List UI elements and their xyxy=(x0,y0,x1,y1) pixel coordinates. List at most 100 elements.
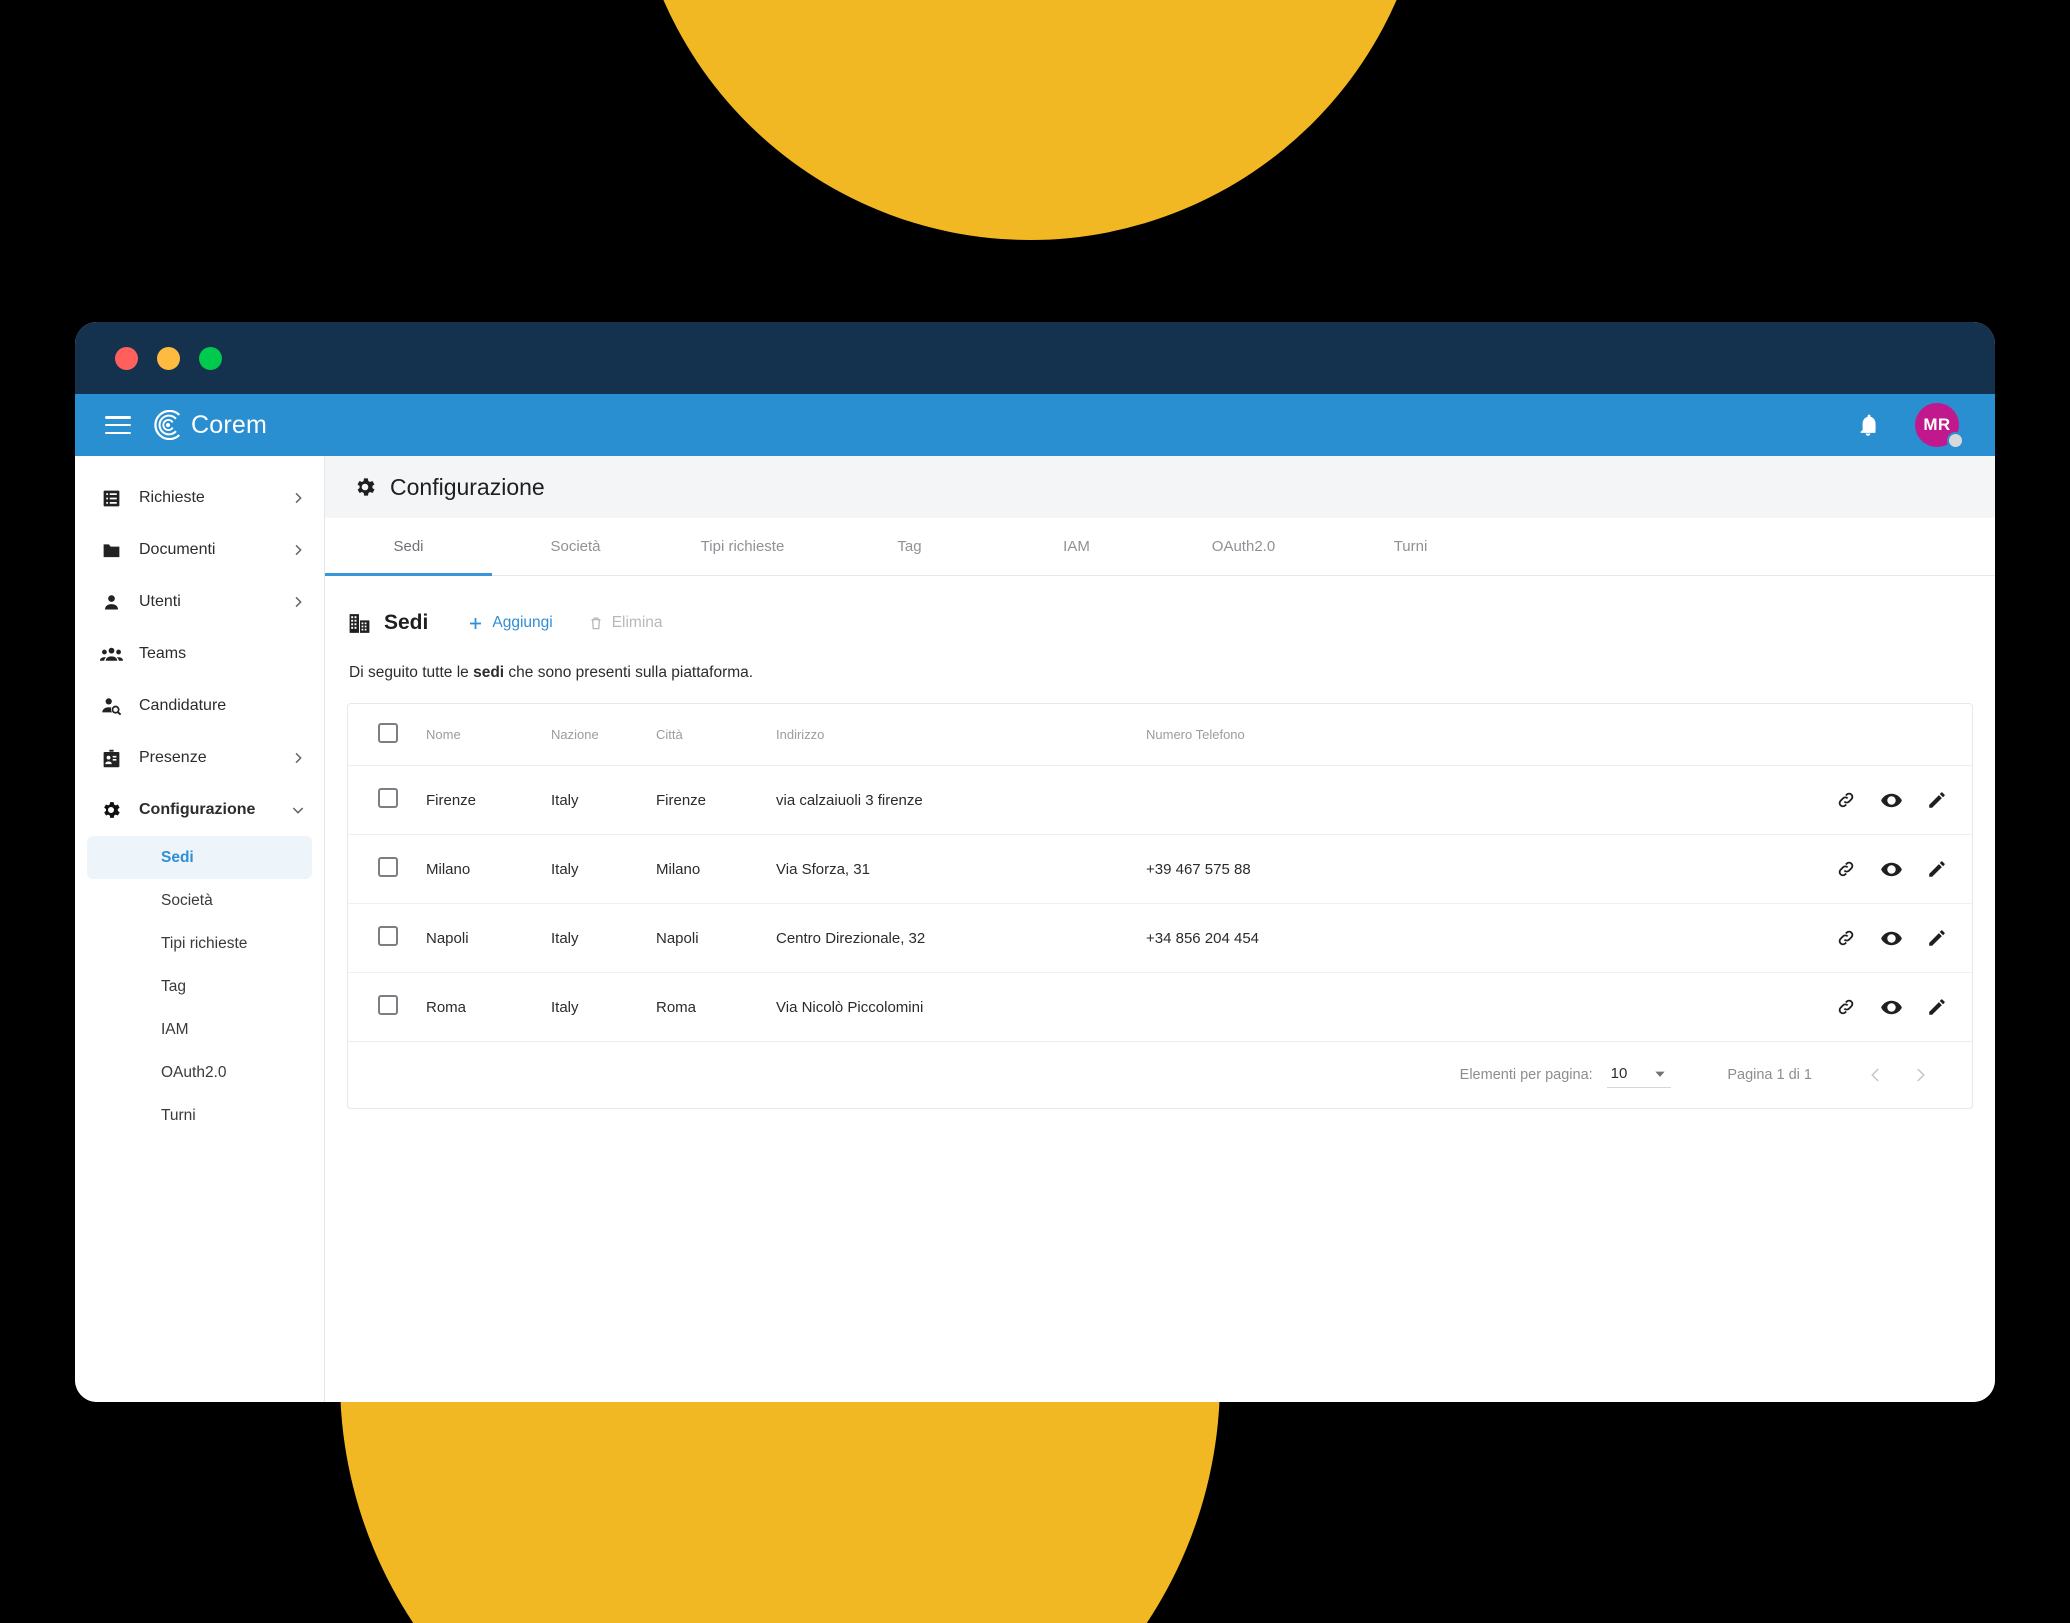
sidebar-item-teams[interactable]: Teams xyxy=(75,628,324,680)
cell-telefono xyxy=(1146,972,1802,1042)
sedi-table-card: Nome Nazione Città Indirizzo Numero Tele… xyxy=(347,703,1973,1109)
table-row[interactable]: Napoli Italy Napoli Centro Direzionale, … xyxy=(348,903,1972,973)
table-row[interactable]: Roma Italy Roma Via Nicolò Piccolomini xyxy=(348,972,1972,1042)
sidebar-subitem-label: OAuth2.0 xyxy=(161,1063,227,1081)
row-select-cell xyxy=(348,765,426,835)
sidebar-subitem-turni[interactable]: Turni xyxy=(87,1094,312,1137)
pencil-icon[interactable] xyxy=(1926,789,1948,811)
row-checkbox[interactable] xyxy=(378,857,398,877)
avatar[interactable]: MR xyxy=(1915,403,1964,449)
eye-icon[interactable] xyxy=(1880,789,1903,812)
sidebar-subitem-iam[interactable]: IAM xyxy=(87,1008,312,1051)
sidebar-subitem-oauth2[interactable]: OAuth2.0 xyxy=(87,1051,312,1094)
row-checkbox[interactable] xyxy=(378,926,398,946)
chevron-right-icon xyxy=(295,752,302,764)
link-icon[interactable] xyxy=(1835,789,1857,811)
cell-actions xyxy=(1802,972,1972,1042)
table-header-row: Nome Nazione Città Indirizzo Numero Tele… xyxy=(348,704,1972,766)
sidebar-item-configurazione[interactable]: Configurazione xyxy=(75,784,324,836)
column-header-actions xyxy=(1802,704,1972,766)
sidebar-subitem-tag[interactable]: Tag xyxy=(87,965,312,1008)
column-header-nazione[interactable]: Nazione xyxy=(551,704,656,766)
sidebar-subitem-sedi[interactable]: Sedi xyxy=(87,836,312,879)
prev-page-button[interactable] xyxy=(1854,1053,1898,1097)
row-select-cell xyxy=(348,834,426,904)
tab-turni[interactable]: Turni xyxy=(1327,518,1494,575)
sidebar-subitem-tipi-richieste[interactable]: Tipi richieste xyxy=(87,922,312,965)
eye-icon[interactable] xyxy=(1880,996,1903,1019)
pencil-icon[interactable] xyxy=(1926,927,1948,949)
tab-label: Tag xyxy=(897,538,922,555)
tab-tipi-richieste[interactable]: Tipi richieste xyxy=(659,518,826,575)
items-per-page-label: Elementi per pagina: xyxy=(1459,1067,1593,1083)
list-box-icon xyxy=(99,486,123,510)
cell-citta: Napoli xyxy=(656,903,776,973)
add-button-label: Aggiungi xyxy=(492,614,553,631)
bell-icon[interactable] xyxy=(1855,411,1881,439)
window-maximize-button[interactable] xyxy=(199,346,222,370)
section-header: Sedi Aggiungi Elimina xyxy=(347,602,1973,644)
sedi-panel: Sedi Aggiungi Elimina Di seguito tutte l… xyxy=(325,576,1995,1109)
tab-label: IAM xyxy=(1063,538,1090,555)
eye-icon[interactable] xyxy=(1880,927,1903,950)
link-icon[interactable] xyxy=(1835,858,1857,880)
gear-icon xyxy=(99,798,123,822)
sidebar-item-label: Presenze xyxy=(139,749,207,766)
chevron-right-icon xyxy=(295,492,302,504)
row-select-cell xyxy=(348,903,426,973)
hamburger-icon[interactable] xyxy=(105,416,131,434)
row-checkbox[interactable] xyxy=(378,995,398,1015)
chevron-right-icon xyxy=(295,544,302,556)
items-per-page-value: 10 xyxy=(1610,1065,1628,1082)
eye-icon[interactable] xyxy=(1880,858,1903,881)
select-all-header xyxy=(348,704,426,766)
next-page-button[interactable] xyxy=(1898,1053,1942,1097)
caret-down-icon xyxy=(1655,1071,1666,1077)
add-button[interactable]: Aggiungi xyxy=(456,608,562,639)
link-icon[interactable] xyxy=(1835,996,1857,1018)
page-title: Configurazione xyxy=(390,473,545,500)
column-header-telefono[interactable]: Numero Telefono xyxy=(1146,704,1802,766)
sidebar-item-presenze[interactable]: Presenze xyxy=(75,732,324,784)
sidebar-item-candidature[interactable]: Candidature xyxy=(75,680,324,732)
delete-button[interactable]: Elimina xyxy=(577,608,673,638)
sidebar-subitem-label: IAM xyxy=(161,1020,189,1038)
sidebar-subitem-label: Società xyxy=(161,891,213,909)
tab-tag[interactable]: Tag xyxy=(826,518,993,575)
cell-indirizzo: Centro Direzionale, 32 xyxy=(776,903,1146,973)
link-icon[interactable] xyxy=(1835,927,1857,949)
column-header-indirizzo[interactable]: Indirizzo xyxy=(776,704,1146,766)
tab-oauth2[interactable]: OAuth2.0 xyxy=(1160,518,1327,575)
row-action-group xyxy=(1802,858,1948,881)
tab-iam[interactable]: IAM xyxy=(993,518,1160,575)
sidebar-item-richieste[interactable]: Richieste xyxy=(75,472,324,524)
window-minimize-button[interactable] xyxy=(157,346,180,370)
column-header-citta[interactable]: Città xyxy=(656,704,776,766)
sidebar-subitem-label: Tipi richieste xyxy=(161,934,248,952)
tab-societa[interactable]: Società xyxy=(492,518,659,575)
sidebar: Richieste Documenti Utenti Teams Candida… xyxy=(75,456,325,1402)
sidebar-subitem-label: Turni xyxy=(161,1106,196,1124)
cell-nome: Firenze xyxy=(426,765,551,835)
sidebar-item-utenti[interactable]: Utenti xyxy=(75,576,324,628)
sidebar-item-documenti[interactable]: Documenti xyxy=(75,524,324,576)
window-close-button[interactable] xyxy=(115,346,138,370)
person-search-icon xyxy=(99,694,123,718)
table-row[interactable]: Milano Italy Milano Via Sforza, 31 +39 4… xyxy=(348,834,1972,904)
brand[interactable]: Corem xyxy=(153,410,267,440)
avatar-initials: MR xyxy=(1923,415,1951,434)
table-row[interactable]: Firenze Italy Firenze via calzaiuoli 3 f… xyxy=(348,765,1972,835)
column-header-nome[interactable]: Nome xyxy=(426,704,551,766)
select-all-checkbox[interactable] xyxy=(378,723,398,743)
pencil-icon[interactable] xyxy=(1926,996,1948,1018)
cell-nome: Milano xyxy=(426,834,551,904)
chevron-right-icon xyxy=(1917,1068,1925,1082)
tab-label: Turni xyxy=(1393,538,1428,555)
tab-sedi[interactable]: Sedi xyxy=(325,518,492,576)
pencil-icon[interactable] xyxy=(1926,858,1948,880)
row-checkbox[interactable] xyxy=(378,788,398,808)
sidebar-subitem-societa[interactable]: Società xyxy=(87,879,312,922)
cell-actions xyxy=(1802,765,1972,835)
items-per-page-select[interactable]: 10 xyxy=(1606,1062,1672,1088)
desc-suffix: che sono presenti sulla piattaforma. xyxy=(504,664,754,681)
